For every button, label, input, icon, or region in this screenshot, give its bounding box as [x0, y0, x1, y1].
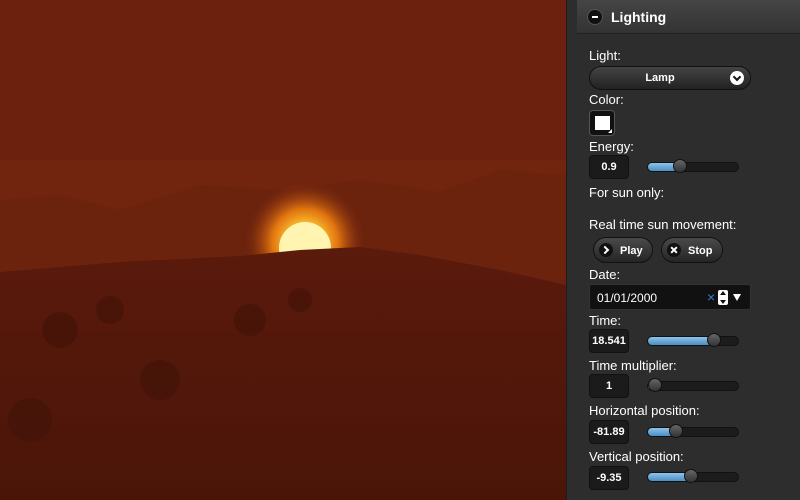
light-select[interactable]: Lamp [589, 66, 751, 90]
color-picker-corner-icon [608, 129, 612, 133]
stop-button-label: Stop [688, 245, 713, 257]
light-select-value: Lamp [645, 72, 675, 84]
time-slider-handle[interactable] [707, 333, 721, 347]
scene-viewport[interactable] [0, 0, 566, 500]
spinner-icon[interactable] [718, 290, 728, 305]
energy-input[interactable]: 0.9 [589, 155, 629, 179]
chevron-right-icon [599, 243, 613, 257]
sunset-scene [0, 0, 566, 500]
horizontal-input[interactable]: -81.89 [589, 420, 629, 444]
vertical-slider-handle[interactable] [684, 469, 698, 483]
realtime-label: Real time sun movement: [589, 217, 737, 232]
multiplier-input[interactable]: 1 [589, 374, 629, 398]
collapse-icon[interactable] [587, 9, 603, 25]
light-label: Light: [589, 48, 621, 63]
stop-button[interactable]: Stop [661, 237, 723, 263]
energy-slider[interactable] [647, 159, 739, 173]
color-label: Color: [589, 92, 624, 107]
date-field[interactable]: 01/01/2000 × [589, 284, 751, 310]
energy-slider-handle[interactable] [673, 159, 687, 173]
vertical-slider[interactable] [647, 469, 739, 483]
panel-title: Lighting [611, 9, 667, 25]
multiplier-label: Time multiplier: [589, 358, 677, 373]
color-swatch [595, 116, 610, 130]
energy-label: Energy: [589, 139, 634, 154]
hill [0, 247, 566, 500]
sun-only-label: For sun only: [589, 185, 665, 200]
color-picker[interactable] [589, 110, 615, 136]
multiplier-slider-handle[interactable] [648, 378, 662, 392]
time-slider-fill [648, 337, 714, 345]
horizontal-slider[interactable] [647, 424, 739, 438]
lighting-panel: Lighting Light: Lamp Color: Energy: 0.9 … [566, 0, 800, 500]
date-value: 01/01/2000 [597, 291, 658, 305]
time-input[interactable]: 18.541 [589, 329, 629, 353]
time-slider[interactable] [647, 333, 739, 347]
panel-header[interactable]: Lighting [577, 0, 800, 34]
chevron-down-icon [730, 71, 744, 85]
time-label: Time: [589, 313, 622, 328]
date-label: Date: [589, 267, 621, 282]
play-button-label: Play [620, 245, 643, 257]
horizontal-label: Horizontal position: [589, 403, 700, 418]
play-button[interactable]: Play [593, 237, 653, 263]
horizontal-slider-handle[interactable] [669, 424, 683, 438]
vertical-input[interactable]: -9.35 [589, 466, 629, 490]
calendar-dropdown-icon[interactable] [733, 294, 741, 301]
multiplier-slider[interactable] [647, 378, 739, 392]
vertical-label: Vertical position: [589, 449, 684, 464]
clear-icon[interactable]: × [707, 289, 715, 305]
close-icon [667, 243, 681, 257]
